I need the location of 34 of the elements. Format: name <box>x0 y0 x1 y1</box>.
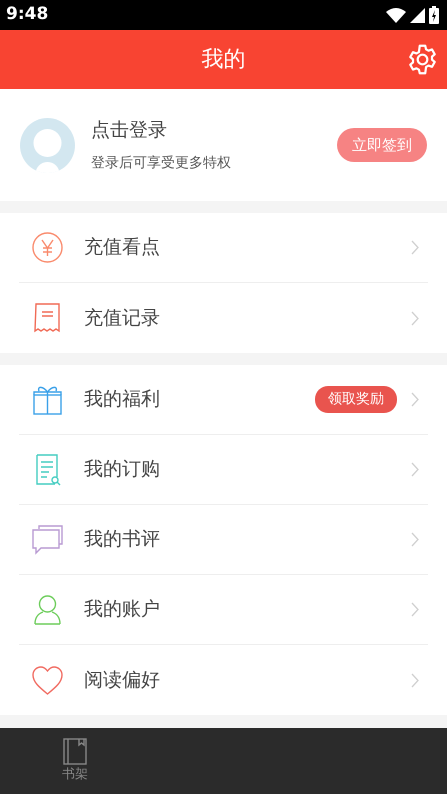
reward-badge: 领取奖励 <box>315 386 397 413</box>
chevron-icon <box>411 310 419 326</box>
chevron-icon <box>411 392 419 407</box>
login-hint: 登录后可享受更多特权 <box>91 154 232 173</box>
chevron-icon <box>411 672 419 688</box>
menu-item[interactable]: 充值看点 <box>19 213 428 283</box>
wifi-icon <box>386 8 406 22</box>
clock-time: 9:48 <box>6 3 48 26</box>
page-title: 我的 <box>202 46 246 74</box>
menu-label: 我的福利 <box>84 387 160 412</box>
battery-icon <box>429 6 439 24</box>
menu-label: 充值记录 <box>84 306 160 331</box>
chevron-icon <box>411 462 419 477</box>
book-icon <box>63 738 87 765</box>
menu-item[interactable]: 我的账户 <box>19 575 428 645</box>
chat-icon <box>31 523 64 556</box>
menu-label: 我的书评 <box>84 527 160 552</box>
chevron-icon <box>411 532 419 547</box>
menu-item[interactable]: 我的福利 领取奖励 <box>19 365 428 435</box>
menu-item[interactable]: 我的订购 <box>19 435 428 505</box>
signal-icon <box>410 8 425 22</box>
chevron-icon <box>411 240 419 255</box>
menu-label: 我的订购 <box>84 457 160 482</box>
menu-item[interactable]: 阅读偏好 <box>19 645 428 715</box>
menu-item[interactable]: 我的书评 <box>19 505 428 575</box>
yuan-icon <box>31 231 64 264</box>
login-prompt[interactable]: 点击登录 <box>91 116 337 145</box>
menu-label: 阅读偏好 <box>84 668 160 693</box>
menu-label: 我的账户 <box>84 597 160 622</box>
chevron-icon <box>411 602 419 617</box>
menu-item[interactable]: 充值记录 <box>19 283 428 353</box>
settings-icon[interactable] <box>406 43 439 76</box>
menu-label: 充值看点 <box>84 235 160 260</box>
heart-icon <box>31 664 64 696</box>
